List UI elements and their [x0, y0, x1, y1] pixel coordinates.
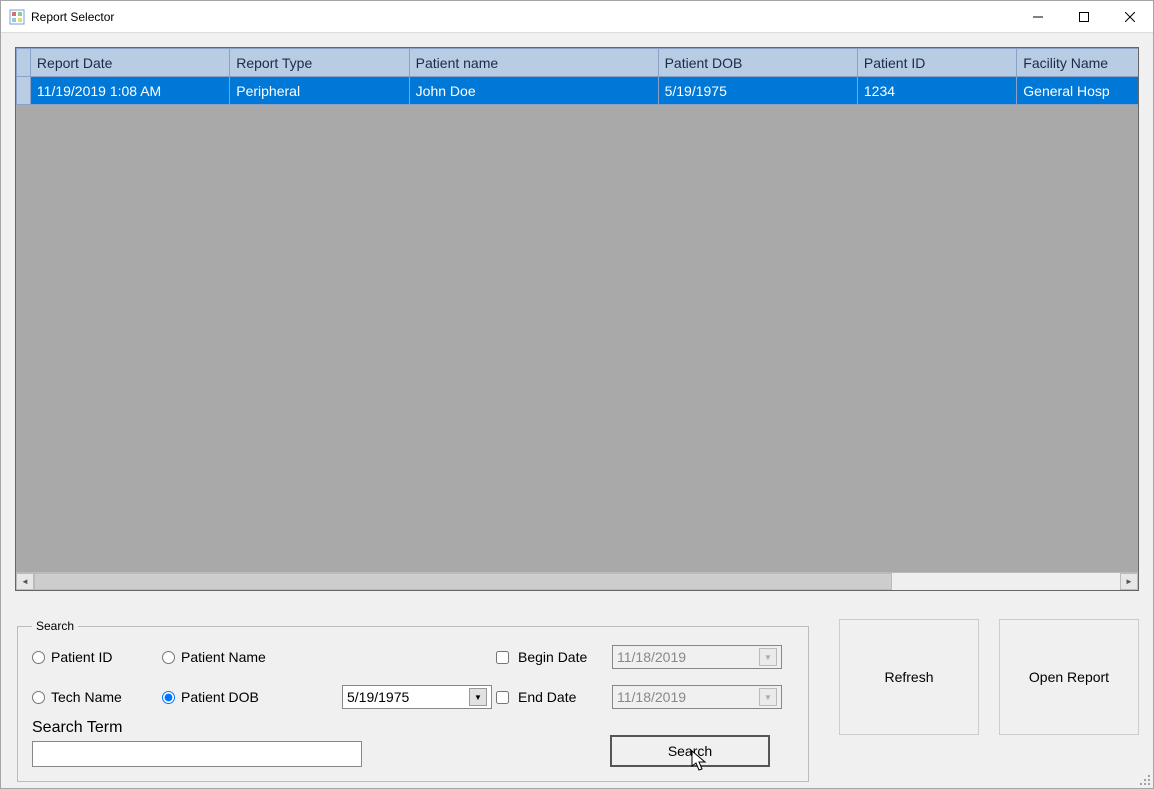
begin-date-value: 11/18/2019: [617, 649, 759, 665]
chevron-down-icon[interactable]: ▼: [759, 648, 777, 666]
col-facility-name[interactable]: Facility Name: [1017, 49, 1138, 77]
report-grid[interactable]: Report Date Report Type Patient name Pat…: [15, 47, 1139, 591]
horizontal-scrollbar[interactable]: ◄ ►: [16, 572, 1138, 590]
scroll-left-arrow[interactable]: ◄: [16, 573, 34, 590]
end-date-picker[interactable]: 11/18/2019 ▼: [612, 685, 782, 709]
end-date-label: End Date: [518, 689, 576, 705]
cell-report-date[interactable]: 11/19/2019 1:08 AM: [30, 77, 229, 105]
grid-corner[interactable]: [17, 49, 31, 77]
cell-patient-name[interactable]: John Doe: [409, 77, 658, 105]
col-patient-id[interactable]: Patient ID: [857, 49, 1016, 77]
cell-facility-name[interactable]: General Hosp: [1017, 77, 1138, 105]
end-date-value: 11/18/2019: [617, 689, 759, 705]
scroll-right-arrow[interactable]: ►: [1120, 573, 1138, 590]
row-selector[interactable]: [17, 77, 31, 105]
app-icon: [9, 9, 25, 25]
close-button[interactable]: [1107, 1, 1153, 33]
begin-date-checkbox[interactable]: Begin Date: [492, 648, 612, 667]
begin-date-checkbox-input[interactable]: [496, 651, 509, 664]
maximize-button[interactable]: [1061, 1, 1107, 33]
search-term-input[interactable]: [32, 741, 362, 767]
window-title: Report Selector: [31, 10, 114, 24]
radio-patient-id-label: Patient ID: [51, 649, 112, 665]
search-button-label: Search: [668, 743, 712, 759]
table-row[interactable]: 11/19/2019 1:08 AM Peripheral John Doe 5…: [17, 77, 1139, 105]
end-date-checkbox-input[interactable]: [496, 691, 509, 704]
begin-date-picker[interactable]: 11/18/2019 ▼: [612, 645, 782, 669]
minimize-button[interactable]: [1015, 1, 1061, 33]
scroll-track[interactable]: [34, 573, 1120, 590]
radio-patient-dob-input[interactable]: [162, 691, 175, 704]
search-button[interactable]: Search: [610, 735, 770, 767]
col-report-type[interactable]: Report Type: [230, 49, 409, 77]
client-area: Report Date Report Type Patient name Pat…: [1, 33, 1153, 788]
search-legend: Search: [32, 619, 78, 633]
cell-report-type[interactable]: Peripheral: [230, 77, 409, 105]
resize-grip-icon[interactable]: [1137, 772, 1151, 786]
chevron-down-icon[interactable]: ▼: [469, 688, 487, 706]
refresh-button-label: Refresh: [884, 669, 933, 685]
radio-patient-name[interactable]: Patient Name: [162, 649, 342, 665]
radio-patient-id[interactable]: Patient ID: [32, 649, 162, 665]
scroll-thumb[interactable]: [34, 573, 892, 590]
chevron-down-icon[interactable]: ▼: [759, 688, 777, 706]
radio-tech-name-label: Tech Name: [51, 689, 122, 705]
radio-patient-dob-label: Patient DOB: [181, 689, 259, 705]
grid-header-row[interactable]: Report Date Report Type Patient name Pat…: [17, 49, 1139, 77]
radio-patient-name-input[interactable]: [162, 651, 175, 664]
app-window: Report Selector: [0, 0, 1154, 789]
end-date-checkbox[interactable]: End Date: [492, 688, 612, 707]
search-panel: Search Patient ID Patient Name Begin D: [17, 619, 809, 782]
col-patient-dob[interactable]: Patient DOB: [658, 49, 857, 77]
radio-tech-name-input[interactable]: [32, 691, 45, 704]
begin-date-label: Begin Date: [518, 649, 587, 665]
cell-patient-id[interactable]: 1234: [857, 77, 1016, 105]
open-report-button-label: Open Report: [1029, 669, 1109, 685]
open-report-button[interactable]: Open Report: [999, 619, 1139, 735]
refresh-button[interactable]: Refresh: [839, 619, 979, 735]
radio-patient-name-label: Patient Name: [181, 649, 266, 665]
titlebar[interactable]: Report Selector: [1, 1, 1153, 33]
radio-patient-id-input[interactable]: [32, 651, 45, 664]
radio-patient-dob[interactable]: Patient DOB: [162, 689, 342, 705]
col-report-date[interactable]: Report Date: [30, 49, 229, 77]
dob-value: 5/19/1975: [347, 689, 469, 705]
col-patient-name[interactable]: Patient name: [409, 49, 658, 77]
dob-combo[interactable]: 5/19/1975 ▼: [342, 685, 492, 709]
radio-tech-name[interactable]: Tech Name: [32, 689, 162, 705]
cell-patient-dob[interactable]: 5/19/1975: [658, 77, 857, 105]
